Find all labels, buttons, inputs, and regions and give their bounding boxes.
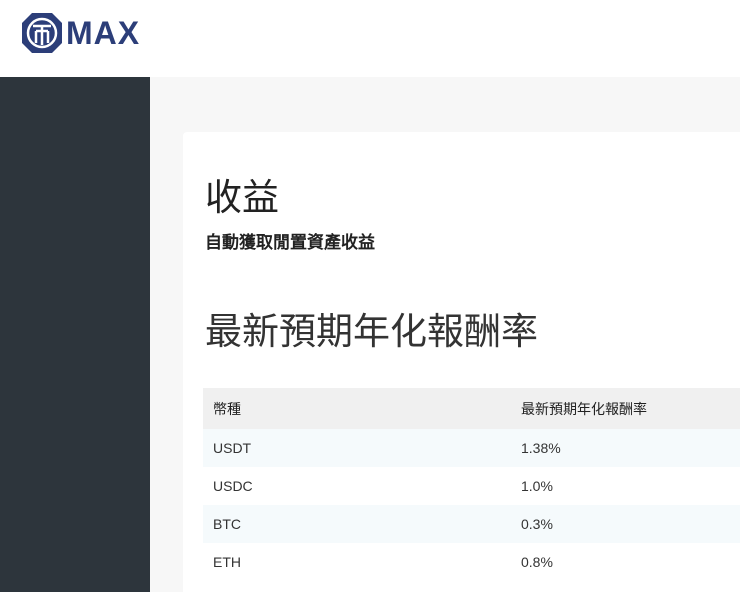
rate-cell: 1.0% xyxy=(521,478,553,494)
table-row: BTC 0.3% xyxy=(203,505,740,543)
coin-cell: ETH xyxy=(213,554,241,570)
rate-cell: 0.8% xyxy=(521,554,553,570)
top-header: MAX xyxy=(0,0,740,77)
column-header-rate: 最新預期年化報酬率 xyxy=(511,388,740,429)
column-header-coin: 幣種 xyxy=(203,388,511,429)
coin-cell: BTC xyxy=(203,505,511,543)
table-row: ETH 0.8% xyxy=(203,543,740,581)
max-logo[interactable]: MAX xyxy=(20,10,140,56)
earn-card: 收益 自動獲取閒置資產收益 最新預期年化報酬率 幣種 最新預期年化報酬率 USD… xyxy=(183,132,740,592)
rate-cell: 1.38% xyxy=(511,429,740,467)
main-content: 收益 自動獲取閒置資產收益 最新預期年化報酬率 幣種 最新預期年化報酬率 USD… xyxy=(150,77,740,592)
table-row: USDT 1.38% xyxy=(203,429,740,467)
rate-cell: 0.3% xyxy=(511,505,740,543)
page-title: 收益 xyxy=(205,176,279,219)
coin-cell: USDT xyxy=(203,429,511,467)
max-coin-logo-icon xyxy=(22,13,62,53)
logo-text: MAX xyxy=(66,15,141,51)
sidebar xyxy=(0,77,150,592)
apr-table: 幣種 最新預期年化報酬率 USDT 1.38% USDC 1.0% BTC 0.… xyxy=(203,388,740,581)
table-header-row: 幣種 最新預期年化報酬率 xyxy=(203,388,740,429)
section-title-apr: 最新預期年化報酬率 xyxy=(205,310,538,353)
coin-cell: USDC xyxy=(213,478,253,494)
table-row: USDC 1.0% xyxy=(203,467,740,505)
page-subtitle: 自動獲取閒置資產收益 xyxy=(205,233,375,253)
